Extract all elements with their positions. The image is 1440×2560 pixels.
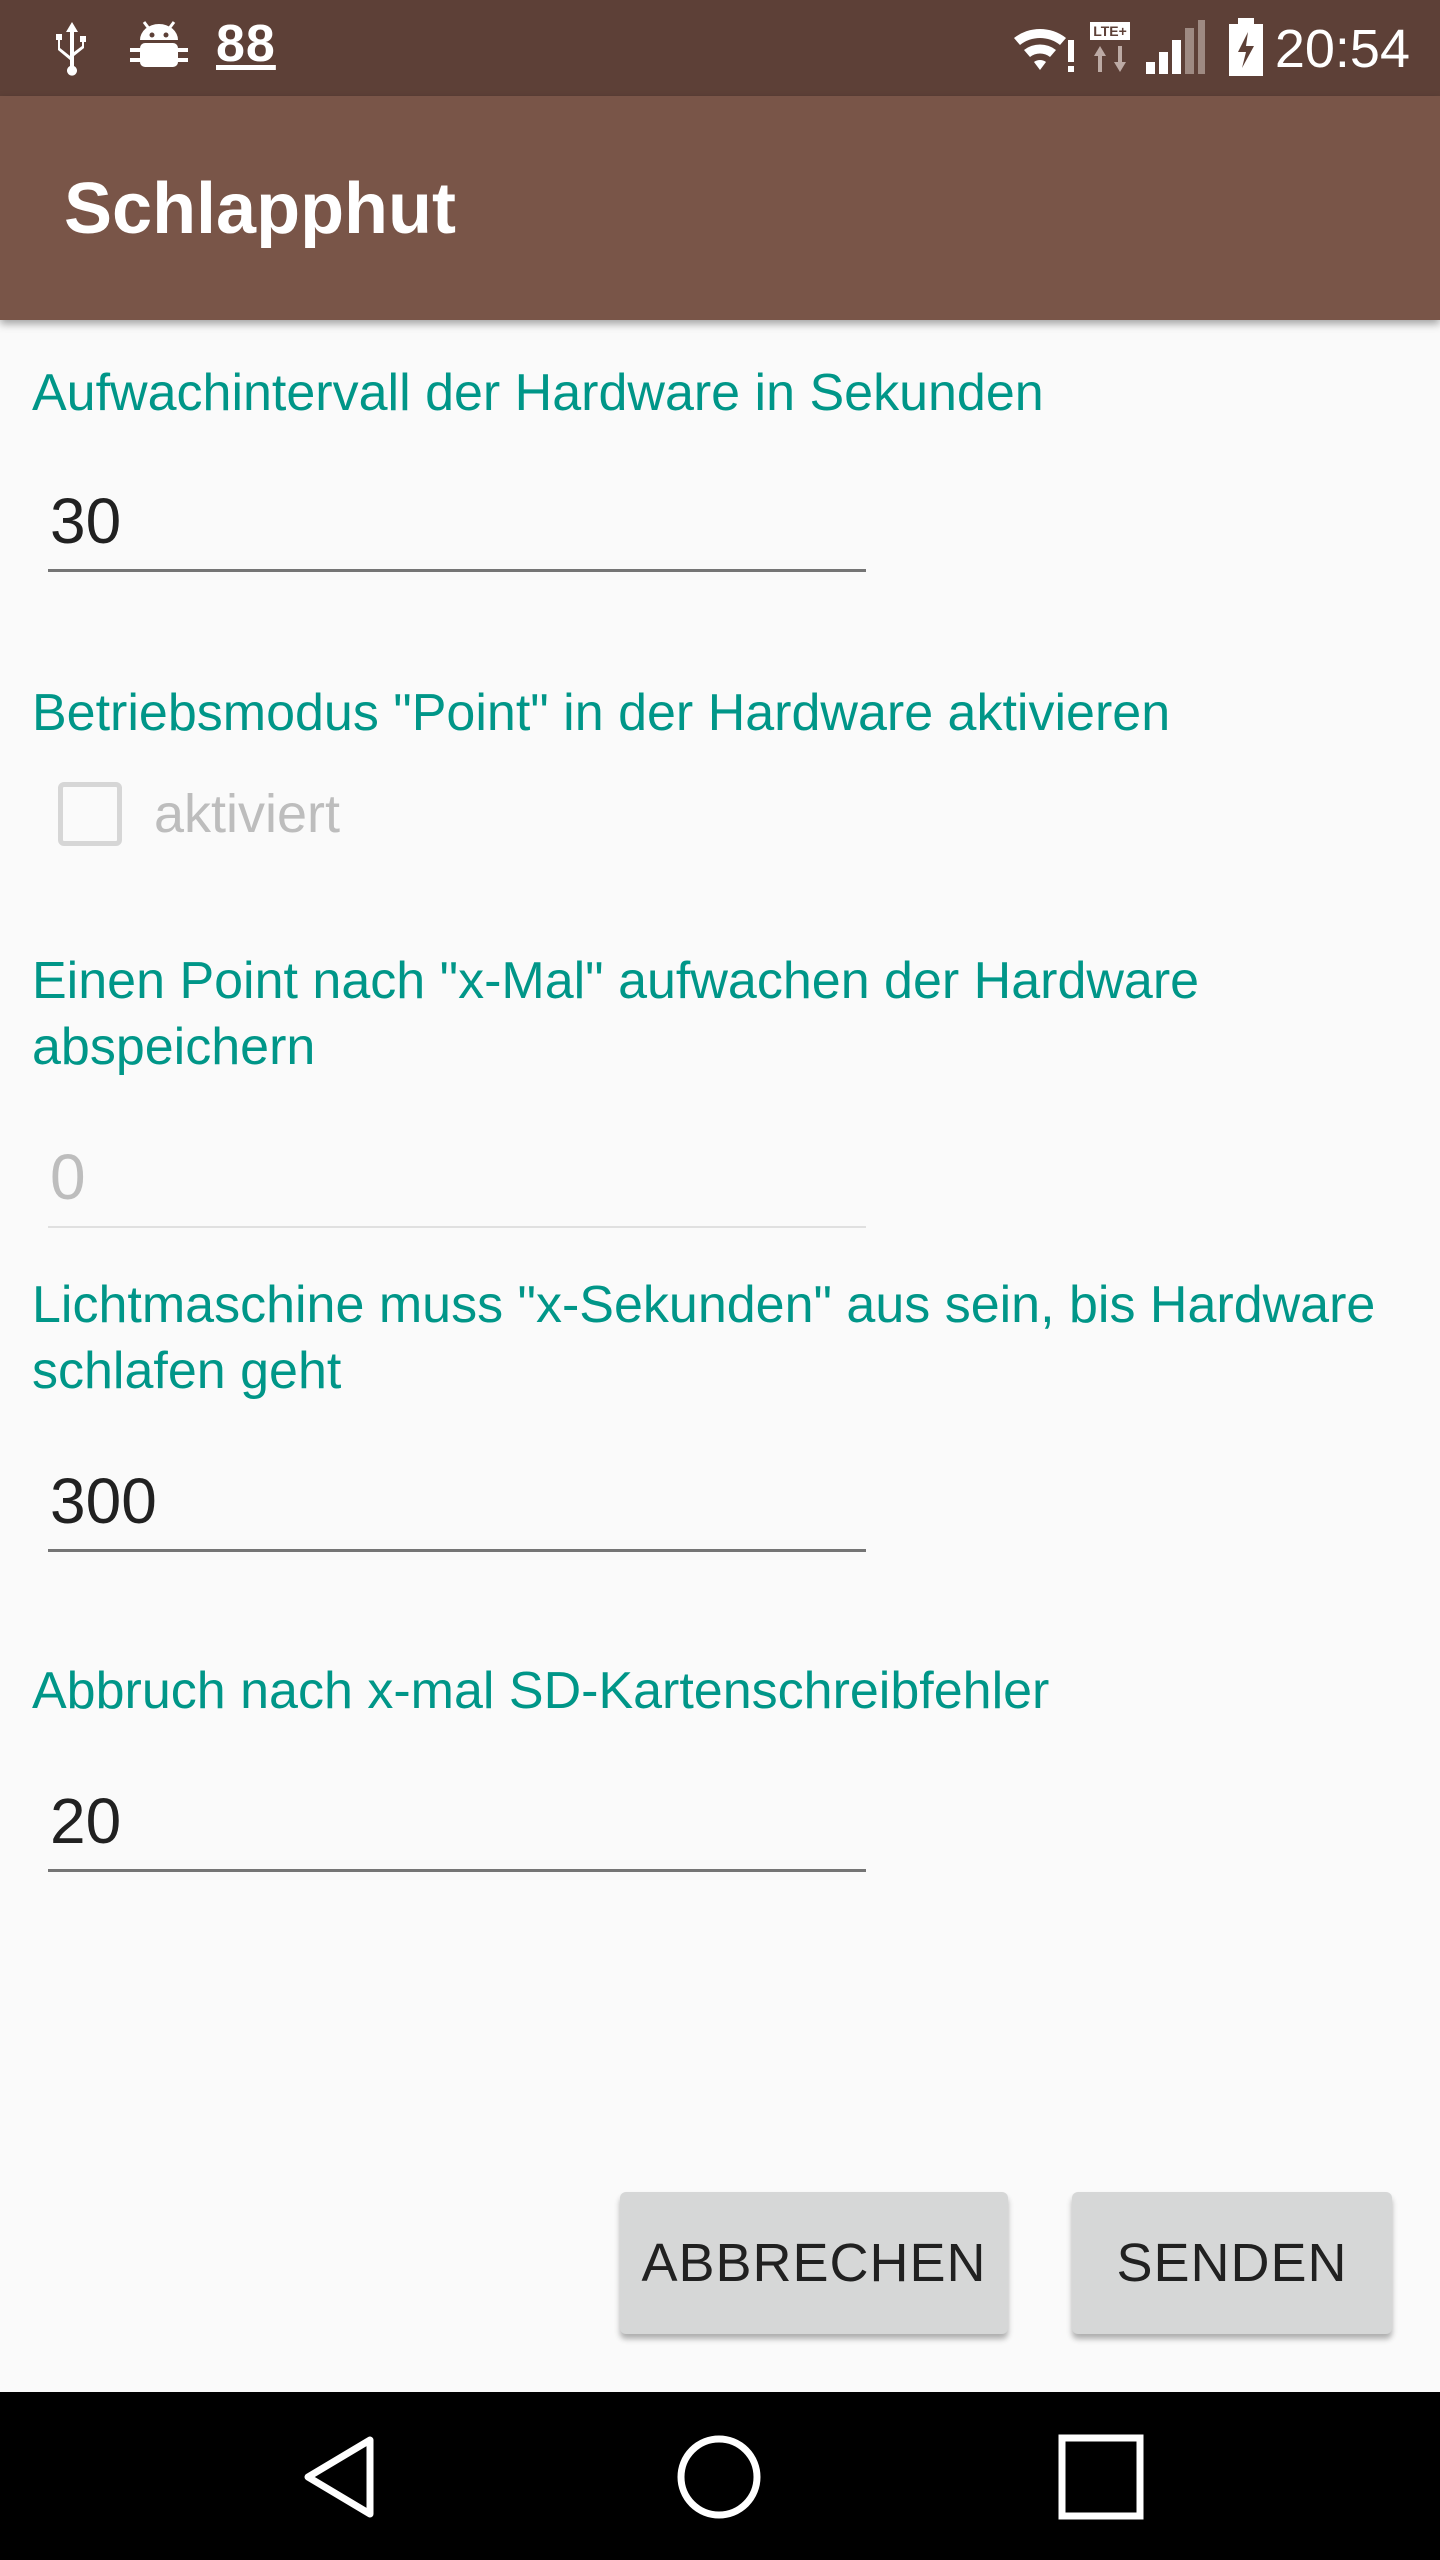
battery-charging-icon	[1229, 18, 1263, 76]
sd-error-input[interactable]	[48, 1772, 866, 1872]
alternator-off-label-line1: Lichtmaschine muss "x-Sekunden" aus sein…	[32, 1276, 1376, 1334]
sd-error-label: Abbruch nach x-mal SD-Kartenschreibfehle…	[32, 1662, 1050, 1720]
app-title: Schlapphut	[64, 169, 456, 249]
lte-icon: LTE+	[1090, 22, 1130, 72]
point-mode-checkbox-label: aktiviert	[154, 784, 341, 844]
home-icon[interactable]	[674, 2432, 764, 2522]
alternator-off-label: Lichtmaschine muss "x-Sekunden" aus sein…	[32, 1272, 1375, 1404]
point-save-label: Einen Point nach "x-Mal" aufwachen der H…	[32, 948, 1199, 1080]
alternator-off-label-line2: schlafen geht	[32, 1342, 342, 1400]
point-mode-label: Betriebsmodus "Point" in der Hardware ak…	[32, 684, 1171, 742]
wake-interval-input[interactable]	[48, 472, 866, 572]
navigation-bar	[0, 2392, 1440, 2560]
alternator-off-input[interactable]	[48, 1452, 866, 1552]
cancel-button[interactable]: ABBRECHEN	[620, 2192, 1008, 2334]
notification-count: 88	[216, 15, 276, 73]
point-save-label-line2: abspeichern	[32, 1018, 316, 1076]
point-save-label-line1: Einen Point nach "x-Mal" aufwachen der H…	[32, 952, 1200, 1010]
point-mode-checkbox[interactable]	[58, 782, 122, 846]
svg-text:LTE+: LTE+	[1093, 23, 1127, 39]
clock: 20:54	[1274, 19, 1410, 79]
point-mode-checkbox-row[interactable]: aktiviert	[58, 774, 340, 854]
android-debug-icon	[130, 21, 188, 67]
screen: 88 LTE+ 20:54 Schlapphut Aufwachinterval…	[0, 0, 1440, 2560]
status-bar: 88 LTE+ 20:54	[0, 0, 1440, 96]
recent-apps-icon[interactable]	[1056, 2432, 1146, 2522]
signal-icon	[1146, 20, 1205, 74]
back-icon[interactable]	[296, 2432, 386, 2522]
wake-interval-label: Aufwachintervall der Hardware in Sekunde…	[32, 364, 1044, 422]
point-save-input[interactable]	[48, 1128, 866, 1228]
wifi-icon	[1014, 28, 1074, 72]
send-button[interactable]: SENDEN	[1072, 2192, 1392, 2334]
usb-icon	[56, 22, 86, 76]
app-bar: Schlapphut	[0, 96, 1440, 320]
